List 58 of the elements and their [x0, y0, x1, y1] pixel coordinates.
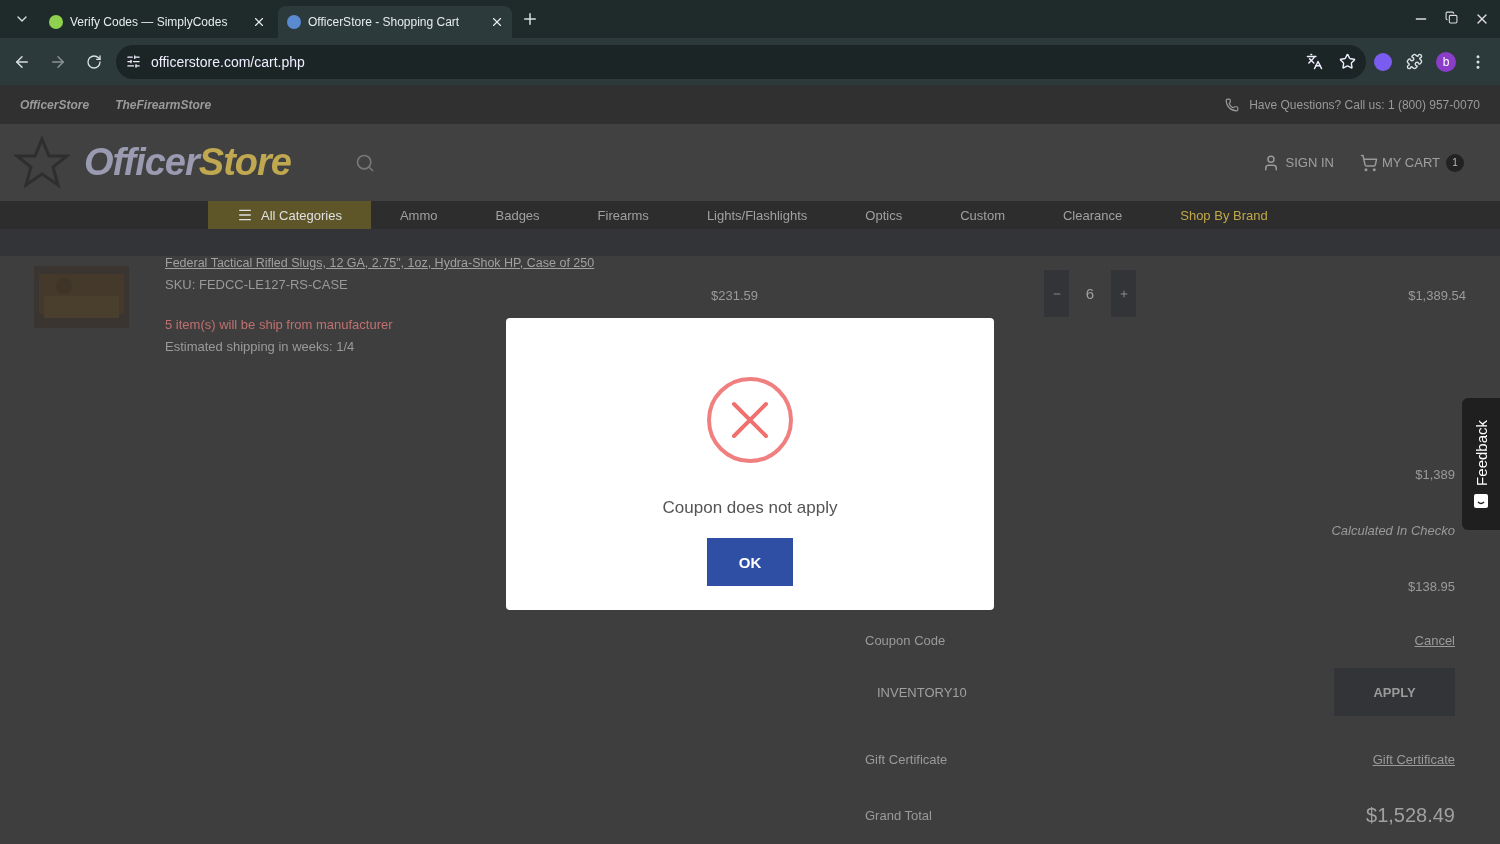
coupon-label: Coupon Code — [865, 632, 946, 648]
browser-tab[interactable]: Verify Codes — SimplyCodes — [40, 6, 274, 38]
tab-favicon — [48, 14, 64, 30]
quantity-value: 6 — [1084, 285, 1096, 302]
nav-item[interactable]: Ammo — [370, 201, 467, 229]
gift-certificate-label: Gift Certificate — [865, 751, 948, 767]
unit-price: $231.59 — [711, 288, 758, 305]
sign-in-link[interactable]: SIGN IN — [1285, 155, 1334, 170]
product-link[interactable]: Federal Tactical Rifled Slugs, 12 GA, 2.75", 1oz, Hydra-Shok HP, Case of 250 — [165, 256, 725, 270]
bookmark-icon[interactable] — [1339, 53, 1356, 70]
address-bar[interactable]: officerstore.com/cart.php — [116, 44, 1366, 79]
site-link[interactable]: TheFirearmStore — [115, 97, 212, 112]
ok-button[interactable]: OK — [707, 538, 793, 586]
nav-item[interactable]: Lights/Flashlights — [677, 201, 837, 229]
browser-tab[interactable]: OfficerStore - Shopping Cart — [278, 6, 512, 38]
close-icon[interactable] — [490, 15, 504, 29]
cart-link[interactable]: MY CART — [1381, 155, 1440, 170]
shipping-value: Calculated In Checko — [1331, 522, 1455, 538]
shipping-estimate: Estimated shipping in weeks: 1/4 — [165, 339, 356, 354]
close-icon[interactable] — [252, 15, 266, 29]
tab-favicon — [286, 14, 302, 30]
nav-item[interactable]: Optics — [836, 201, 932, 229]
cancel-link[interactable]: Cancel — [1414, 632, 1455, 648]
smiley-icon — [1474, 493, 1488, 508]
nav-item[interactable]: Badges — [466, 201, 569, 229]
cart-count: 1 — [1446, 153, 1464, 172]
plus-icon[interactable] — [521, 10, 539, 28]
nav-item[interactable]: Shop By Brand — [1151, 201, 1297, 229]
nav-item[interactable]: Firearms — [568, 201, 678, 229]
plus-icon — [1118, 288, 1129, 299]
puzzle-icon[interactable] — [1405, 53, 1423, 70]
line-total: $1,389.54 — [1408, 288, 1466, 305]
grand-total-label: Grand Total — [865, 807, 932, 823]
reload-icon[interactable] — [86, 53, 102, 70]
shipping-notice: 5 item(s) will be ship from manufacturer — [165, 317, 394, 332]
tax-value: $138.95 — [1408, 578, 1455, 594]
nav-item[interactable]: Custom — [931, 201, 1034, 229]
profile-avatar[interactable]: b — [1436, 51, 1456, 72]
cart-icon[interactable] — [1359, 153, 1378, 172]
translate-icon[interactable] — [1306, 53, 1323, 70]
menu-icon[interactable] — [237, 207, 253, 223]
coupon-field[interactable]: INVENTORY10 — [865, 669, 1189, 715]
nav-item[interactable]: Clearance — [1033, 201, 1152, 229]
error-icon — [706, 376, 794, 464]
restore-icon[interactable] — [1445, 11, 1458, 24]
dialog-message: Coupon does not apply — [662, 498, 838, 518]
feedback-tab[interactable]: Feedback — [1462, 398, 1500, 530]
subtotal-value: $1,389 — [1415, 466, 1455, 482]
site-link[interactable]: OfficerStore — [20, 97, 90, 112]
product-sku: SKU: FEDCC-LE127-RS-CASE — [165, 277, 349, 292]
extension-icon[interactable] — [1374, 52, 1392, 71]
apply-button[interactable]: APPLY — [1334, 668, 1455, 716]
grand-total-value: $1,528.49 — [1366, 803, 1455, 827]
gift-certificate-link[interactable]: Gift Certificate — [1372, 751, 1455, 767]
store-logo: OfficerStore — [84, 141, 291, 184]
site-settings-icon[interactable] — [126, 54, 141, 69]
phone-icon — [1225, 97, 1240, 112]
contact-text: Have Questions? Call us: 1 (800) 957-0070 — [1249, 97, 1480, 112]
